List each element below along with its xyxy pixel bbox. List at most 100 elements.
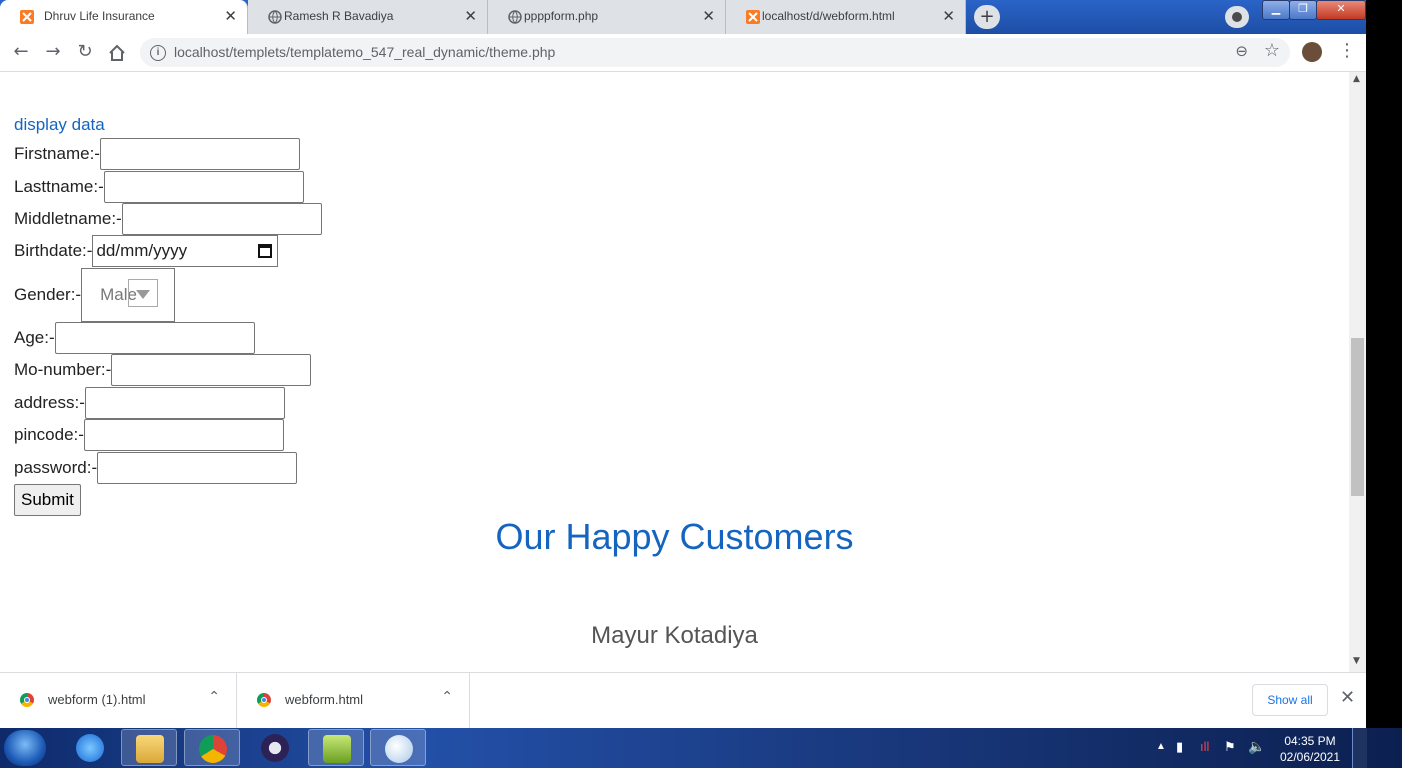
avatar[interactable] <box>1302 42 1322 62</box>
bookmark-star-icon[interactable]: ☆ <box>1264 40 1280 61</box>
taskbar-paint[interactable] <box>370 729 426 766</box>
globe-icon <box>268 10 282 24</box>
tab-ramesh[interactable]: Ramesh R Bavadiya ✕ <box>248 0 488 34</box>
taskbar-file-explorer[interactable] <box>121 729 177 766</box>
middlename-input[interactable] <box>121 203 322 235</box>
download-item[interactable]: webform.html ⌃ <box>237 673 470 728</box>
eclipse-icon <box>261 734 289 762</box>
folder-icon <box>136 735 164 763</box>
close-icon[interactable]: ✕ <box>1340 687 1355 708</box>
download-filename: webform (1).html <box>48 692 146 707</box>
submit-button[interactable]: Submit <box>14 484 81 516</box>
show-desktop-button[interactable] <box>1352 728 1367 768</box>
calendar-icon[interactable] <box>258 244 273 258</box>
url-text: localhost/templets/templatemo_547_real_d… <box>174 44 556 60</box>
firstname-input[interactable] <box>99 138 300 170</box>
back-icon[interactable]: ← <box>10 41 32 63</box>
dropdown-arrow-icon[interactable] <box>128 279 159 307</box>
xampp-icon <box>746 10 760 24</box>
lastname-row: Lasttname:- <box>14 171 304 203</box>
pincode-row: pincode:- <box>14 419 284 451</box>
clock[interactable]: 04:35 PM 02/06/2021 <box>1270 733 1350 765</box>
globe-icon <box>508 10 522 24</box>
mobile-label: Mo-number:- <box>14 360 112 379</box>
show-all-button[interactable]: Show all <box>1252 684 1328 716</box>
chrome-icon <box>199 735 227 763</box>
tab-dhruv-life-insurance[interactable]: Dhruv Life Insurance ✕ <box>0 0 248 34</box>
section-heading: Our Happy Customers <box>495 516 854 557</box>
lastname-label: Lasttname:- <box>14 177 104 196</box>
chevron-up-icon[interactable]: ⌃ <box>208 689 220 705</box>
tab-title: Ramesh R Bavadiya <box>284 9 394 23</box>
internet-explorer-icon <box>76 734 104 762</box>
age-row: Age:- <box>14 322 255 354</box>
download-bar: webform (1).html ⌃ webform.html ⌃ Show a… <box>0 672 1366 728</box>
start-button[interactable] <box>4 730 46 766</box>
home-icon[interactable] <box>108 44 126 62</box>
age-label: Age:- <box>14 328 55 347</box>
download-item[interactable]: webform (1).html ⌃ <box>0 673 237 728</box>
taskbar-notepad-plus[interactable] <box>308 729 364 766</box>
scrollbar-thumb[interactable] <box>1351 338 1364 496</box>
gender-row: Gender:- Male <box>14 268 176 322</box>
tab-title: localhost/d/webform.html <box>762 9 895 23</box>
power-icon[interactable]: ▮ <box>1176 739 1183 755</box>
firstname-label: Firstname:- <box>14 144 100 163</box>
pincode-label: pincode:- <box>14 425 84 444</box>
page-content: display data Firstname:- Lasttname:- Mid… <box>0 72 1349 672</box>
close-tab-icon[interactable]: ✕ <box>224 7 237 25</box>
notepad-plus-icon <box>323 735 351 763</box>
customer-name: Mayur Kotadiya <box>591 622 758 649</box>
close-tab-icon[interactable]: ✕ <box>464 7 477 25</box>
new-tab-button[interactable]: + <box>974 5 1000 29</box>
zoom-icon[interactable]: ⊖ <box>1235 42 1248 60</box>
reload-icon[interactable]: ↻ <box>74 41 96 63</box>
birthdate-input[interactable]: dd/mm/yyyy <box>92 235 279 267</box>
tab-ppppform[interactable]: ppppform.php ✕ <box>488 0 726 34</box>
action-center-icon[interactable]: ⚑ <box>1224 739 1236 755</box>
address-label: address:- <box>14 393 85 412</box>
close-tab-icon[interactable]: ✕ <box>702 7 715 25</box>
password-input[interactable] <box>97 452 298 484</box>
forward-icon[interactable]: → <box>42 41 64 63</box>
page-scrollbar[interactable]: ▲ ▼ <box>1349 72 1366 672</box>
browser-toolbar: ← → ↻ i localhost/templets/templatemo_54… <box>0 34 1366 72</box>
birthdate-row: Birthdate:- dd/mm/yyyy <box>14 235 279 267</box>
scroll-down-icon[interactable]: ▼ <box>1353 656 1360 666</box>
clock-date: 02/06/2021 <box>1279 750 1341 764</box>
site-info-icon[interactable]: i <box>150 45 166 61</box>
taskbar-eclipse[interactable] <box>247 729 303 766</box>
clock-time: 04:35 PM <box>1284 734 1336 748</box>
mobile-input[interactable] <box>111 354 312 386</box>
gender-label: Gender:- <box>14 285 82 304</box>
tab-title: ppppform.php <box>524 9 599 23</box>
close-tab-icon[interactable]: ✕ <box>942 7 955 25</box>
pincode-input[interactable] <box>83 419 284 451</box>
tab-webform[interactable]: localhost/d/webform.html ✕ <box>726 0 966 34</box>
lastname-input[interactable] <box>103 171 304 203</box>
profile-menu-icon[interactable] <box>1225 6 1249 28</box>
address-input[interactable] <box>84 387 285 419</box>
password-label: password:- <box>14 458 98 477</box>
taskbar-internet-explorer[interactable] <box>62 729 118 766</box>
browser-window: Dhruv Life Insurance ✕ Ramesh R Bavadiya… <box>0 0 1366 728</box>
menu-icon[interactable]: ⋮ <box>1338 40 1356 61</box>
scroll-up-icon[interactable]: ▲ <box>1353 74 1360 84</box>
network-icon[interactable]: ıll <box>1200 739 1209 754</box>
close-window-button[interactable]: ✕ <box>1316 0 1366 20</box>
gender-select[interactable]: Male <box>81 268 176 322</box>
chrome-file-icon <box>257 693 271 707</box>
show-hidden-icons-icon[interactable]: ▲ <box>1156 741 1166 752</box>
middlename-label: Middletname:- <box>14 209 122 228</box>
chevron-up-icon[interactable]: ⌃ <box>441 689 453 705</box>
minimize-button[interactable]: ▁ <box>1262 0 1290 20</box>
address-bar[interactable]: i localhost/templets/templatemo_547_real… <box>140 38 1290 67</box>
address-row: address:- <box>14 387 285 419</box>
taskbar-chrome[interactable] <box>184 729 240 766</box>
restore-button[interactable]: ❐ <box>1289 0 1317 20</box>
age-input[interactable] <box>54 322 255 354</box>
volume-icon[interactable]: 🔈 <box>1248 738 1265 755</box>
tab-strip: Dhruv Life Insurance ✕ Ramesh R Bavadiya… <box>0 0 1366 34</box>
birthdate-placeholder: dd/mm/yyyy <box>96 241 188 260</box>
display-data-link[interactable]: display data <box>14 115 105 135</box>
